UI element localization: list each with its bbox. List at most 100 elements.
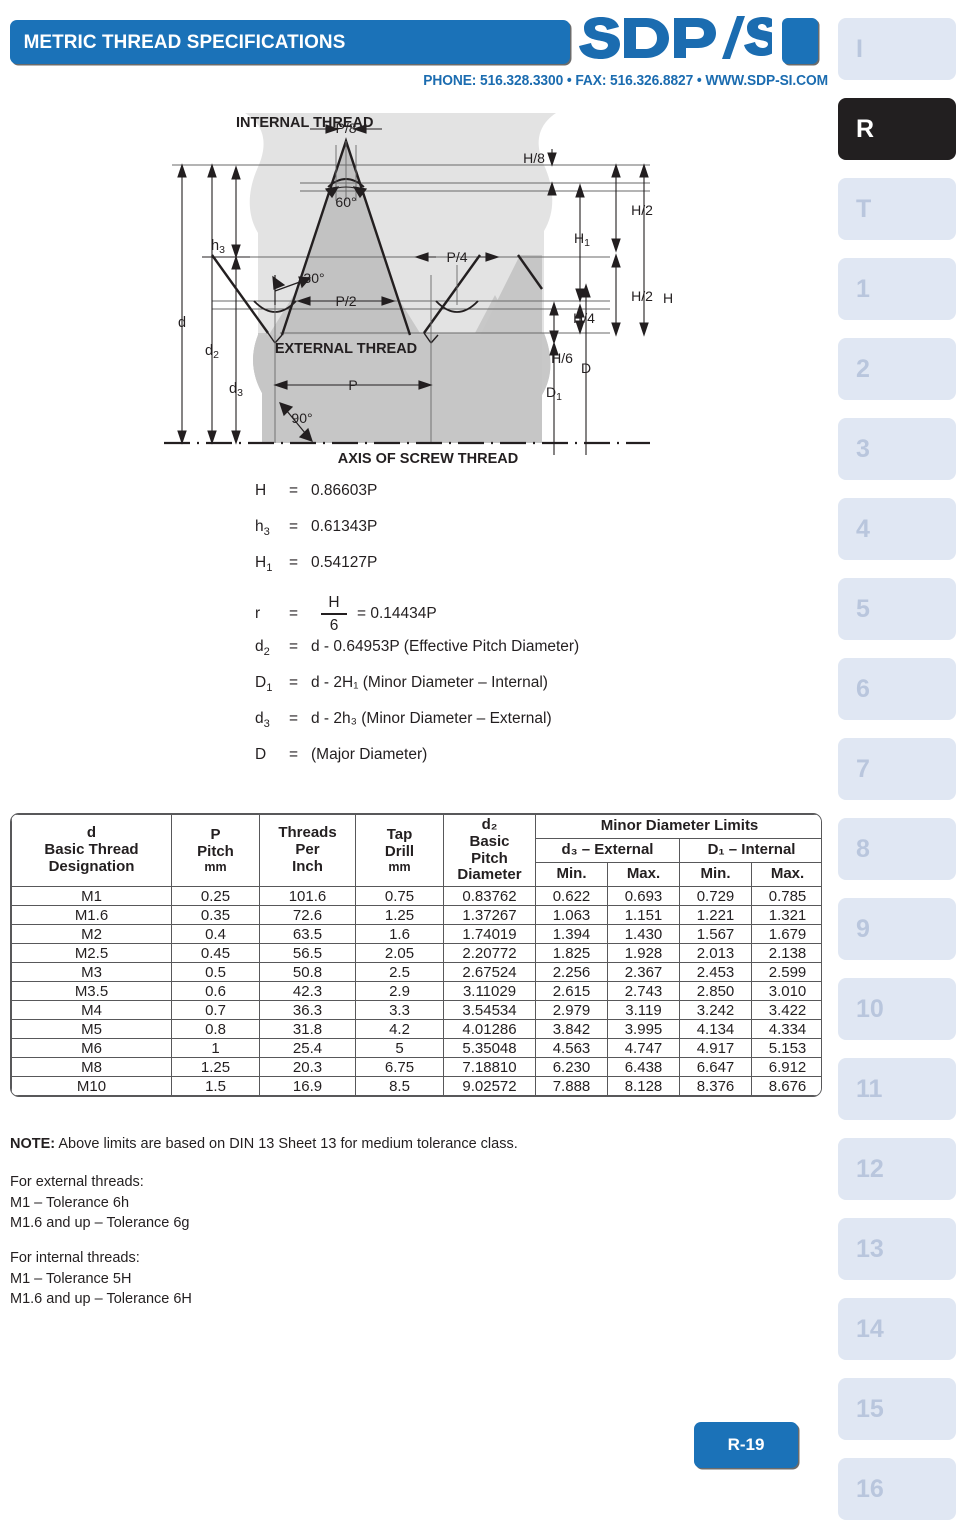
formula-row: d3 = d - 2h₃ (Minor Diameter – External) — [255, 710, 675, 746]
internal-tolerance-line-1: M1 – Tolerance 5H — [10, 1270, 132, 1287]
dim-h8: H/8 — [523, 150, 545, 166]
col-head-basic-pitch-diameter: d₂ Basic Pitch Diameter — [443, 814, 536, 888]
formula-value: 0.54127P — [311, 554, 378, 571]
page-number: R-19 — [727, 1435, 765, 1454]
sdp-si-logo[interactable] — [576, 14, 772, 66]
formula-row: D1 = d - 2H₁ (Minor Diameter – Internal) — [255, 674, 675, 710]
cell-designation: M3.5 — [11, 981, 172, 1002]
cell-d3-max: 3.995 — [607, 1019, 680, 1040]
cell-pitch: 1.25 — [171, 1057, 260, 1078]
cell-d3-min: 1.394 — [535, 924, 608, 945]
dim-h2-lower: H/2 — [631, 288, 653, 304]
cell-D1-max: 3.010 — [750, 981, 821, 1002]
section-tab-13[interactable]: 13 — [838, 1218, 956, 1280]
cell-pitch: 1 — [171, 1038, 260, 1059]
formula-value: 0.86603P — [311, 482, 378, 499]
note-label: NOTE: — [10, 1136, 56, 1152]
cell-basic-pitch-dia: 1.37267 — [443, 905, 536, 926]
table-head: d Basic Thread Designation P Pitch mm Th… — [11, 814, 821, 888]
dim-h4: H/4 — [573, 310, 595, 326]
cell-D1-max: 2.138 — [750, 943, 821, 964]
section-tab-label: T — [856, 194, 872, 223]
cell-tap-drill: 1.25 — [355, 905, 444, 926]
section-tab-16[interactable]: 16 — [838, 1458, 956, 1520]
internal-tolerance-line-2: M1.6 and up – Tolerance 6H — [10, 1291, 192, 1308]
cell-d3-max: 4.747 — [607, 1038, 680, 1059]
section-tab-15[interactable]: 15 — [838, 1378, 956, 1440]
cell-pitch: 1.5 — [171, 1076, 260, 1097]
col-head-d3-external: d₃ – External — [535, 838, 680, 864]
cell-tap-drill: 6.75 — [355, 1057, 444, 1078]
col-head-minor-diameter-limits: Minor Diameter Limits — [534, 814, 821, 840]
table-row: M1.6 0.35 72.6 1.25 1.37267 1.063 1.151 1.221 1.… — [11, 905, 821, 926]
cell-d3-max: 2.367 — [607, 962, 680, 983]
section-tab-8[interactable]: 8 — [838, 818, 956, 880]
section-tab-r[interactable]: R — [838, 98, 956, 160]
cell-tpi: 25.4 — [259, 1038, 356, 1059]
section-tab-4[interactable]: 4 — [838, 498, 956, 560]
formula-symbol: H1 — [255, 554, 273, 575]
section-tab-3[interactable]: 3 — [838, 418, 956, 480]
section-tab-6[interactable]: 6 — [838, 658, 956, 720]
cell-tap-drill: 4.2 — [355, 1019, 444, 1040]
dim-d2: d2 — [205, 343, 219, 361]
dim-h2-upper: H/2 — [631, 202, 653, 218]
section-tab-14[interactable]: 14 — [838, 1298, 956, 1360]
fraction-numerator: H — [328, 594, 340, 612]
cell-designation: M10 — [11, 1076, 172, 1097]
formula-value: d - 2H₁ (Minor Diameter – Internal) — [311, 674, 548, 691]
cell-tpi: 56.5 — [259, 943, 356, 964]
cell-D1-min: 4.134 — [679, 1019, 752, 1040]
section-tab-label: 15 — [856, 1394, 884, 1423]
thread-spec-table-container: d Basic Thread Designation P Pitch mm Th… — [10, 813, 822, 1098]
cell-d3-max: 1.928 — [607, 943, 680, 964]
section-tab-7[interactable]: 7 — [838, 738, 956, 800]
section-tab-11[interactable]: 11 — [838, 1058, 956, 1120]
formula-symbol: D — [255, 746, 267, 763]
cell-D1-min: 3.242 — [679, 1000, 752, 1021]
cell-basic-pitch-dia: 9.02572 — [443, 1076, 536, 1097]
table-row: M5 0.8 31.8 4.2 4.01286 3.842 3.995 4.134 4.334 — [11, 1019, 821, 1040]
cell-pitch: 0.45 — [171, 943, 260, 964]
cell-tpi: 20.3 — [259, 1057, 356, 1078]
cell-D1-max: 8.676 — [750, 1076, 821, 1097]
section-tab-t[interactable]: T — [838, 178, 956, 240]
section-tab-2[interactable]: 2 — [838, 338, 956, 400]
section-tab-10[interactable]: 10 — [838, 978, 956, 1040]
cell-tap-drill: 8.5 — [355, 1076, 444, 1097]
formula-symbol: d3 — [255, 710, 270, 731]
cell-tpi: 101.6 — [259, 886, 356, 907]
cell-pitch: 0.8 — [171, 1019, 260, 1040]
cell-D1-min: 0.729 — [679, 886, 752, 907]
fraction-denominator: 6 — [329, 616, 339, 634]
logo-accent-block — [782, 18, 818, 64]
cell-pitch: 0.4 — [171, 924, 260, 945]
cell-d3-max: 3.119 — [607, 1000, 680, 1021]
cell-basic-pitch-dia: 3.11029 — [443, 981, 536, 1002]
section-tab-i[interactable]: I — [838, 18, 956, 80]
cell-d3-max: 8.128 — [607, 1076, 680, 1097]
section-tab-1[interactable]: 1 — [838, 258, 956, 320]
section-tab-label: 2 — [856, 354, 870, 383]
cell-tap-drill: 5 — [355, 1038, 444, 1059]
table-row: M2 0.4 63.5 1.6 1.74019 1.394 1.430 1.567 1.679 — [11, 924, 821, 945]
section-tab-9[interactable]: 9 — [838, 898, 956, 960]
cell-designation: M4 — [11, 1000, 172, 1021]
cell-tpi: 63.5 — [259, 924, 356, 945]
cell-pitch: 0.5 — [171, 962, 260, 983]
table-row: M8 1.25 20.3 6.75 7.18810 6.230 6.438 6.647 6.91… — [11, 1057, 821, 1078]
section-tab-12[interactable]: 12 — [838, 1138, 956, 1200]
cell-D1-min: 8.376 — [679, 1076, 752, 1097]
formula-equals: = — [289, 518, 299, 535]
dim-p8: P/8 — [335, 120, 356, 136]
cell-D1-max: 2.599 — [750, 962, 821, 983]
cell-designation: M2.5 — [11, 943, 172, 964]
section-tab-5[interactable]: 5 — [838, 578, 956, 640]
section-tab-label: 8 — [856, 834, 870, 863]
page-title-bar: METRIC THREAD SPECIFICATIONS — [10, 20, 570, 64]
section-tab-label: 13 — [856, 1234, 884, 1263]
formula-row: D = (Major Diameter) — [255, 746, 675, 782]
cell-tap-drill: 0.75 — [355, 886, 444, 907]
formula-value: (Major Diameter) — [311, 746, 428, 763]
external-thread-label: EXTERNAL THREAD — [275, 341, 417, 357]
